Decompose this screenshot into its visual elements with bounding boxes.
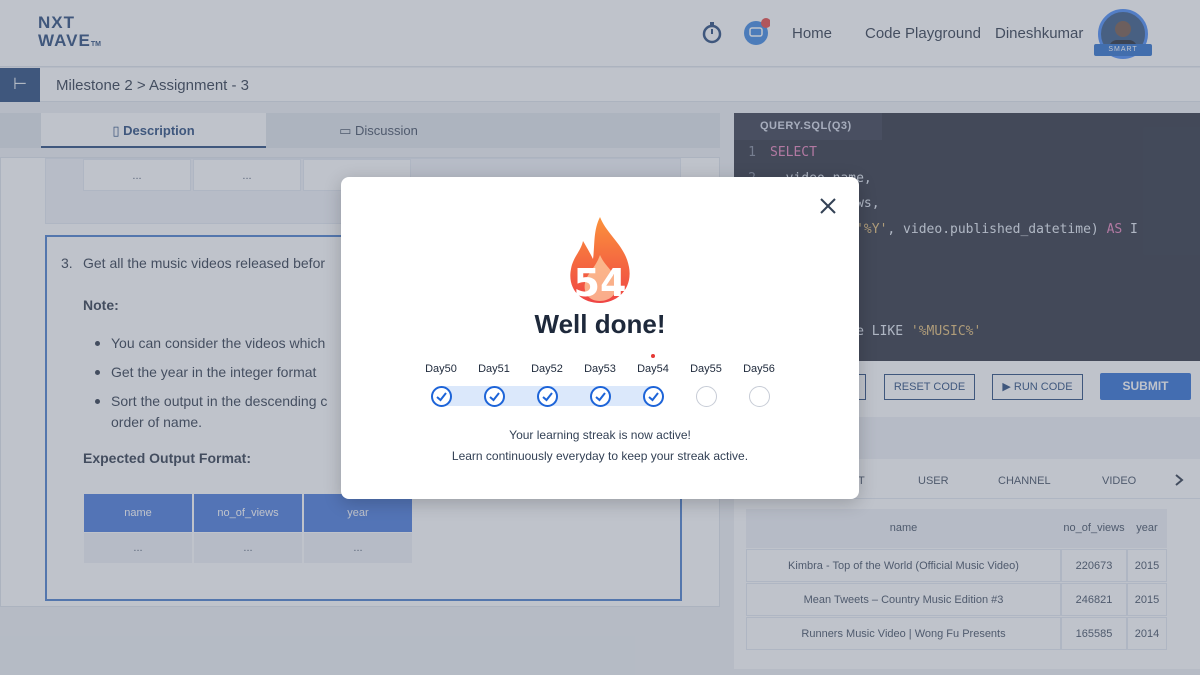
day-completed-check-icon (537, 386, 558, 407)
modal-title: Well done! (534, 309, 666, 339)
close-icon[interactable] (817, 195, 839, 217)
day-completed-check-icon (431, 386, 452, 407)
check-icon (436, 392, 447, 402)
day-label: Day54 (637, 363, 669, 375)
check-icon (489, 392, 500, 402)
streak-count: 54 (573, 261, 627, 305)
check-icon (595, 392, 606, 402)
day-pending-circle (749, 386, 770, 407)
day-completed-check-icon (643, 386, 664, 407)
check-icon (542, 392, 553, 402)
day-label: Day52 (531, 363, 563, 375)
day-pending-circle (696, 386, 717, 407)
check-icon (648, 392, 659, 402)
day-completed-check-icon (484, 386, 505, 407)
day-label: Day55 (690, 363, 722, 375)
day-completed-check-icon (590, 386, 611, 407)
day-label: Day56 (743, 363, 775, 375)
streak-modal: 54 Well done! Day50 Day51 Day52 Day53 Day54 D… (341, 177, 859, 499)
streak-message-2: Learn continuously everyday to keep your… (451, 449, 749, 463)
today-indicator (651, 354, 655, 358)
streak-message-1: Your learning streak is now active! (509, 428, 691, 442)
day-label: Day50 (425, 363, 457, 375)
day-label: Day51 (478, 363, 510, 375)
day-label: Day53 (584, 363, 616, 375)
